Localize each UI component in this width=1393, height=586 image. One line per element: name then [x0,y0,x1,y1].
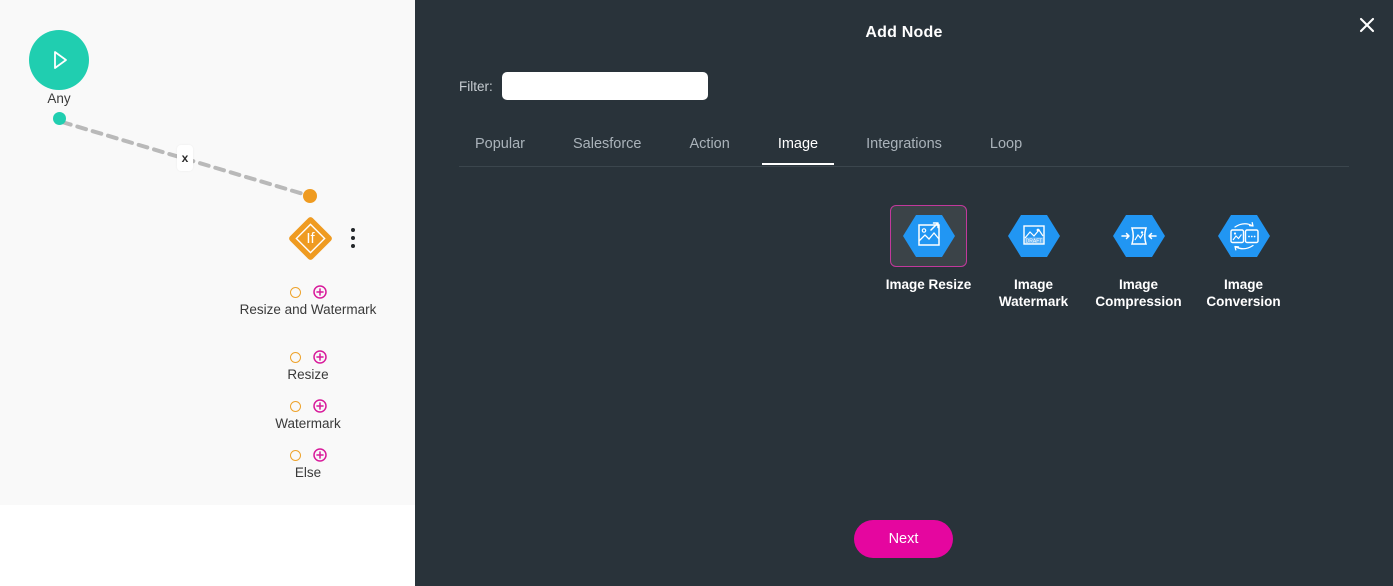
start-node[interactable] [29,30,89,90]
branch-label: Watermark [275,416,341,431]
image-watermark-icon: DRAFT [1007,215,1060,257]
branch-row[interactable]: Resize [228,350,388,383]
node-card-icon-box [890,205,967,267]
branch-label: Else [294,465,322,480]
page-title: Add Node [865,24,943,41]
start-node-output-port[interactable] [53,112,66,125]
node-type-grid: Image Resize DRAFT Image Watermark Image… [876,205,1296,310]
node-card-label: Image Compression [1095,277,1182,309]
tab-image[interactable]: Image [761,128,835,165]
node-card-image-compression[interactable]: Image Compression [1086,205,1191,310]
add-node-dialog: Add Node Filter: Popular Salesforce Acti… [415,0,1393,586]
decision-node-label: If [306,230,315,247]
play-icon [54,51,67,69]
branch-label: Resize [287,367,329,382]
branch-port-icon[interactable] [289,400,301,412]
workflow-canvas[interactable]: Any x If Resize and Watermark Resize Wat… [0,0,415,505]
node-card-icon-box [1205,205,1282,267]
image-resize-icon [902,215,955,257]
plus-circle-icon[interactable] [312,285,327,299]
next-button[interactable]: Next [854,520,953,558]
branch-port-icon[interactable] [289,351,301,363]
tab-integrations[interactable]: Integrations [850,128,958,165]
plus-circle-icon[interactable] [312,448,327,462]
node-card-image-watermark[interactable]: DRAFT Image Watermark [981,205,1086,310]
start-node-label: Any [47,91,71,106]
image-compression-icon [1112,215,1165,257]
filter-label: Filter: [459,78,493,94]
edge-delete-button[interactable]: x [177,145,193,171]
node-card-label: Image Resize [885,277,972,292]
branch-port-icon[interactable] [289,449,301,461]
plus-circle-icon[interactable] [312,399,327,413]
node-card-image-conversion[interactable]: Image Conversion [1191,205,1296,310]
branch-row[interactable]: Resize and Watermark [228,285,388,318]
plus-circle-icon[interactable] [312,350,327,364]
search-input[interactable] [501,72,708,100]
branch-row[interactable]: Watermark [228,399,388,432]
tab-popular[interactable]: Popular [459,128,541,165]
decision-node-input-port[interactable] [303,189,317,203]
node-card-icon-box [1100,205,1177,267]
branch-row[interactable]: Else [228,448,388,481]
branch-port-icon[interactable] [289,286,301,298]
node-card-icon-box: DRAFT [995,205,1072,267]
svg-text:DRAFT: DRAFT [1025,239,1042,245]
close-icon[interactable] [1351,9,1383,41]
filter-row: Filter: [459,72,708,100]
tab-action[interactable]: Action [674,128,746,165]
node-card-label: Image Conversion [1206,277,1281,309]
kebab-menu-icon[interactable] [351,228,355,248]
tab-salesforce[interactable]: Salesforce [557,128,658,165]
node-card-label: Image Watermark [998,277,1069,309]
tab-bar: Popular Salesforce Action Image Integrat… [459,128,1349,167]
image-conversion-icon [1217,215,1270,257]
branch-label: Resize and Watermark [239,302,377,317]
node-card-image-resize[interactable]: Image Resize [876,205,981,293]
tab-loop[interactable]: Loop [974,128,1038,165]
